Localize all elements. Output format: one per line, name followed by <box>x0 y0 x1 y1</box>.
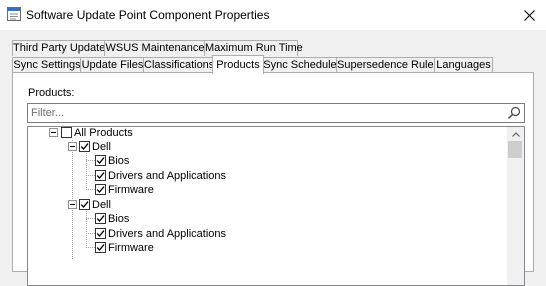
tree-item-label: Drivers and Applications <box>108 228 227 240</box>
close-button[interactable] <box>512 0 546 30</box>
tree-item-firmware[interactable]: Firmware <box>95 241 215 255</box>
chevron-up-icon <box>511 128 520 140</box>
tree-item-label: Bios <box>108 155 130 167</box>
tree-connector <box>86 218 95 219</box>
tab-wsus-maintenance[interactable]: WSUS Maintenance <box>104 40 206 56</box>
tab-label: Classifications <box>144 59 215 71</box>
scroll-thumb[interactable] <box>508 141 522 158</box>
tab-label: WSUS Maintenance <box>105 42 205 54</box>
tab-products[interactable]: Products <box>212 55 264 74</box>
collapse-icon[interactable] <box>68 200 77 209</box>
tree-connector <box>86 151 87 190</box>
collapse-icon[interactable] <box>68 142 77 151</box>
tab-label: Languages <box>436 59 491 71</box>
tree-connector <box>86 209 87 248</box>
tree-item-label: Drivers and Applications <box>108 170 227 182</box>
tab-sync-settings[interactable]: Sync Settings <box>12 57 82 73</box>
scroll-up-button[interactable] <box>507 127 524 141</box>
tree-item-drivers-and-applications[interactable]: Drivers and Applications <box>95 227 255 241</box>
checkbox[interactable] <box>95 170 106 181</box>
tree-item-label: All Products <box>74 127 133 139</box>
products-label: Products: <box>28 87 75 99</box>
tab-sync-schedule[interactable]: Sync Schedule <box>262 57 338 73</box>
tree-scrollbar[interactable] <box>507 127 524 285</box>
search-icon[interactable] <box>507 106 521 123</box>
tree-item-label: Firmware <box>108 242 154 254</box>
tree-item-label: Dell <box>92 141 111 153</box>
filter-input[interactable] <box>31 106 501 120</box>
tab-label: Sync Settings <box>13 59 81 71</box>
tree-connector <box>86 189 95 190</box>
tree-item-bios[interactable]: Bios <box>95 212 215 226</box>
tab-label: Sync Schedule <box>263 59 337 71</box>
tab-classifications[interactable]: Classifications <box>143 57 214 73</box>
checkbox[interactable] <box>95 184 106 195</box>
tree-item-bios[interactable]: Bios <box>95 154 215 168</box>
tree-item-dell[interactable]: Dell <box>68 198 188 212</box>
tree-item-label: Bios <box>108 213 130 225</box>
tab-label: Products <box>216 59 260 71</box>
tree-connector <box>86 233 95 234</box>
checkbox[interactable] <box>95 242 106 253</box>
tree-item-drivers-and-applications[interactable]: Drivers and Applications <box>95 169 255 183</box>
tab-supersedence-rules[interactable]: Supersedence Rules <box>336 57 440 73</box>
collapse-icon[interactable] <box>49 128 58 137</box>
window-title: Software Update Point Component Properti… <box>26 8 270 22</box>
tab-update-files[interactable]: Update Files <box>80 57 145 73</box>
checkbox[interactable] <box>79 199 90 210</box>
close-icon <box>523 9 535 21</box>
tab-label: Update Files <box>81 59 144 71</box>
properties-dialog-icon <box>7 7 21 21</box>
tree-item-label: Firmware <box>108 184 154 196</box>
tab-maximum-run-time[interactable]: Maximum Run Time <box>204 40 303 56</box>
checkbox[interactable] <box>61 127 72 138</box>
tree-item-label: Dell <box>92 199 111 211</box>
tab-label: Third Party Updates <box>13 42 111 54</box>
checkbox[interactable] <box>95 155 106 166</box>
tab-label: Supersedence Rules <box>337 59 440 71</box>
tree-connector <box>86 175 95 176</box>
tab-third-party-updates[interactable]: Third Party Updates <box>12 40 111 56</box>
checkbox[interactable] <box>95 228 106 239</box>
checkbox[interactable] <box>79 141 90 152</box>
products-tree: All Products Dell Bios Drivers and Appli… <box>27 126 525 286</box>
title-bar: Software Update Point Component Properti… <box>0 0 546 30</box>
checkbox[interactable] <box>95 213 106 224</box>
tree-item-all-products[interactable]: All Products <box>49 127 189 140</box>
products-tab-panel: Products: All Products <box>12 72 534 286</box>
tab-label: Maximum Run Time <box>205 42 303 54</box>
tree-item-firmware[interactable]: Firmware <box>95 183 215 197</box>
tree-connector <box>86 160 95 161</box>
filter-box <box>27 103 525 123</box>
tree-connector <box>86 247 95 248</box>
tab-languages[interactable]: Languages <box>434 57 493 73</box>
tree-item-dell[interactable]: Dell <box>68 140 188 154</box>
